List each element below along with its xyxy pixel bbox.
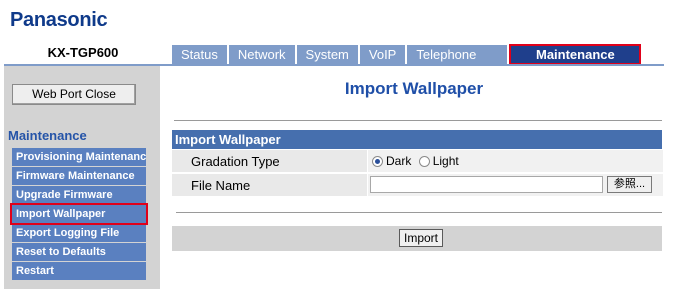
gradation-type-options: Dark Light (367, 150, 663, 172)
form-divider (176, 212, 662, 213)
import-button[interactable]: Import (399, 229, 443, 247)
radio-light-label: Light (432, 154, 459, 168)
tab-telephone[interactable]: Telephone (407, 45, 508, 64)
radio-dark-label: Dark (386, 154, 412, 168)
gradation-type-row: Gradation Type Dark Light (172, 150, 663, 173)
sidebar-item-export-logging-file[interactable]: Export Logging File (12, 224, 146, 242)
sidebar-item-firmware-maintenance[interactable]: Firmware Maintenance (12, 167, 146, 185)
browse-button[interactable]: 参照... (607, 176, 652, 193)
file-name-label: File Name (191, 178, 251, 193)
radio-dark[interactable] (372, 156, 383, 168)
file-name-input[interactable] (370, 176, 603, 193)
gradation-type-label: Gradation Type (191, 154, 280, 169)
sidebar-item-restart[interactable]: Restart (12, 262, 146, 280)
main-tabs: Status Network System VoIP Telephone Mai… (172, 44, 660, 65)
model-name: KX-TGP600 (47, 45, 119, 60)
sidebar-item-upgrade-firmware[interactable]: Upgrade Firmware (12, 186, 146, 204)
sidebar-item-reset-to-defaults[interactable]: Reset to Defaults (12, 243, 146, 261)
tab-system[interactable]: System (296, 45, 358, 64)
tab-network[interactable]: Network (228, 45, 295, 64)
web-port-close-button[interactable]: Web Port Close (12, 84, 136, 105)
tab-maintenance[interactable]: Maintenance (509, 44, 642, 65)
tab-status[interactable]: Status (172, 45, 227, 64)
action-bar: Import (172, 226, 662, 251)
sidebar-item-import-wallpaper[interactable]: Import Wallpaper (10, 203, 148, 225)
file-name-field-cell: 参照... (367, 174, 663, 196)
sidebar-menu: Provisioning Maintenance Firmware Mainte… (10, 148, 148, 281)
tab-voip[interactable]: VoIP (359, 45, 406, 64)
section-header: Import Wallpaper (172, 130, 662, 149)
radio-light[interactable] (418, 156, 430, 168)
sidebar-heading: Maintenance (8, 128, 87, 143)
sidebar-item-provisioning-maintenance[interactable]: Provisioning Maintenance (12, 148, 146, 166)
brand-logo: Panasonic (10, 9, 108, 31)
title-divider (174, 120, 662, 121)
file-name-row: File Name 参照... (172, 174, 663, 197)
page-title: Import Wallpaper (344, 79, 484, 98)
